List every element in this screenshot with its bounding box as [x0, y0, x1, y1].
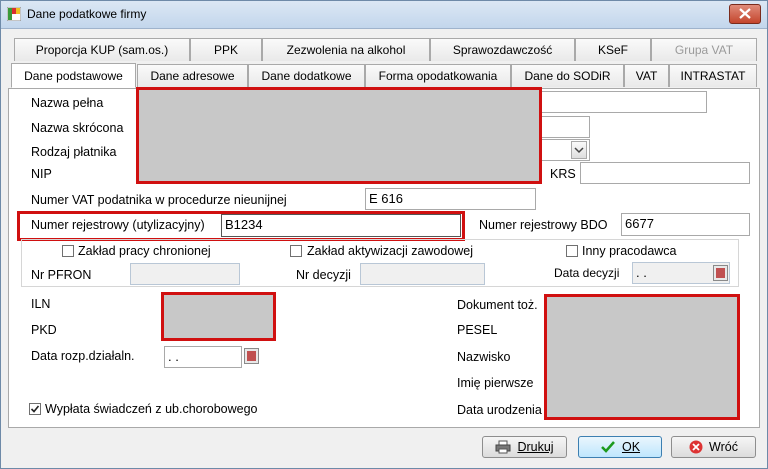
nip-label: NIP — [31, 167, 52, 181]
data-rozp-label: Data rozp.działaln. — [31, 349, 135, 363]
print-button[interactable]: Drukuj — [482, 436, 567, 458]
back-button[interactable]: Wróć — [671, 436, 756, 458]
zaklad-chroniony-label: Zakład pracy chronionej — [78, 244, 211, 258]
nr-pfron-field[interactable] — [130, 263, 240, 285]
data-rozp-field[interactable]: . . — [164, 346, 242, 368]
window-title: Dane podatkowe firmy — [27, 7, 147, 21]
title-bar: Dane podatkowe firmy — [1, 1, 767, 29]
data-urodzenia-label: Data urodzenia — [457, 403, 542, 417]
tab-forma-opodatkowania[interactable]: Forma opodatkowania — [365, 64, 511, 87]
tab-dane-dodatkowe[interactable]: Dane dodatkowe — [248, 64, 365, 87]
tab-vat[interactable]: VAT — [624, 64, 669, 87]
pesel-label: PESEL — [457, 323, 498, 337]
tab-ppk[interactable]: PPK — [190, 38, 262, 61]
tab-dane-adresowe[interactable]: Dane adresowe — [137, 64, 248, 87]
numer-rej-util-field[interactable]: B1234 — [221, 214, 461, 237]
highlight-box — [136, 87, 542, 184]
numer-rej-util-label: Numer rejestrowy (utylizacyjny) — [31, 218, 205, 232]
inny-pracodawca-label: Inny pracodawca — [582, 244, 677, 258]
numer-rej-bdo-label: Numer rejestrowy BDO — [479, 218, 608, 232]
krs-label: KRS — [550, 167, 576, 181]
check-icon — [601, 441, 615, 453]
zaklad-chroniony-checkbox[interactable] — [62, 245, 74, 257]
nr-pfron-label: Nr PFRON — [31, 268, 92, 282]
zaklad-aktywizacji-label: Zakład aktywizacji zawodowej — [307, 244, 474, 258]
zaklad-aktywizacji-checkbox[interactable] — [290, 245, 302, 257]
numer-vat-label: Numer VAT podatnika w procedurze nieunij… — [31, 193, 287, 207]
ok-button-label: OK — [621, 440, 641, 454]
nr-decyzji-label: Nr decyzji — [296, 268, 351, 282]
nr-decyzji-field[interactable] — [360, 263, 485, 285]
calendar-icon[interactable] — [713, 265, 728, 281]
nazwa-skrocona-field[interactable] — [536, 116, 590, 138]
calendar-icon[interactable] — [244, 348, 259, 364]
nazwa-skrocona-label: Nazwa skrócona — [31, 121, 124, 135]
nazwa-pelna-label: Nazwa pełna — [31, 96, 104, 110]
app-icon — [7, 7, 21, 21]
tab-proporcja-kup[interactable]: Proporcja KUP (sam.os.) — [14, 38, 190, 61]
close-button[interactable] — [729, 4, 761, 24]
iln-label: ILN — [31, 297, 51, 311]
cancel-icon — [689, 440, 703, 454]
tab-sprawozdawczosc[interactable]: Sprawozdawczość — [430, 38, 575, 61]
imie-label: Imię pierwsze — [457, 376, 534, 390]
tab-intrastat[interactable]: INTRASTAT — [669, 64, 757, 87]
rodzaj-platnika-label: Rodzaj płatnika — [31, 145, 117, 159]
numer-vat-field[interactable]: E 616 — [365, 188, 536, 210]
ok-button[interactable]: OK — [578, 436, 662, 458]
data-decyzji-label: Data decyzji — [554, 266, 620, 280]
highlight-box — [161, 292, 276, 341]
highlight-box — [544, 294, 740, 420]
nazwisko-label: Nazwisko — [457, 350, 511, 364]
print-button-label: Drukuj — [517, 440, 554, 454]
wyplata-label: Wypłata świadczeń z ub.chorobowego — [45, 402, 258, 416]
wyplata-checkbox[interactable] — [29, 403, 41, 415]
rodzaj-platnika-dropdown[interactable] — [571, 141, 587, 159]
tab-ksef[interactable]: KSeF — [575, 38, 651, 61]
tab-dane-sodir[interactable]: Dane do SODiR — [511, 64, 624, 87]
tab-grupa-vat: Grupa VAT — [651, 38, 757, 61]
pkd-label: PKD — [31, 323, 57, 337]
nazwa-pelna-field[interactable] — [536, 91, 707, 113]
krs-field[interactable] — [580, 162, 750, 184]
checkmark-icon — [30, 405, 40, 413]
tab-dane-podstawowe[interactable]: Dane podstawowe — [11, 63, 136, 88]
dokument-label: Dokument toż. — [457, 298, 538, 312]
dialog-window: Dane podatkowe firmy Proporcja KUP (sam.… — [0, 0, 768, 469]
printer-icon — [495, 440, 511, 454]
tab-zezwolenia[interactable]: Zezwolenia na alkohol — [262, 38, 430, 61]
close-icon — [739, 8, 751, 19]
inny-pracodawca-checkbox[interactable] — [566, 245, 578, 257]
chevron-down-icon — [574, 147, 584, 154]
back-button-label: Wróć — [709, 440, 738, 454]
numer-rej-bdo-field[interactable]: 6677 — [621, 213, 750, 236]
